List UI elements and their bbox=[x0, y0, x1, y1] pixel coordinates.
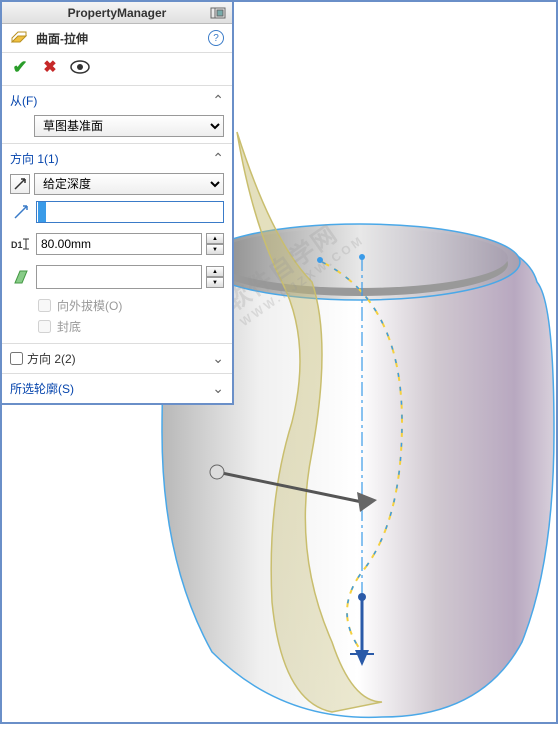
section-direction1-header[interactable]: 方向 1(1) ⌃ bbox=[10, 150, 224, 167]
eye-icon bbox=[70, 60, 90, 74]
pin-icon[interactable] bbox=[210, 5, 226, 21]
section-from-header[interactable]: 从(F) ⌃ bbox=[10, 92, 224, 109]
draft-outward-checkbox-row: 向外拔模(O) bbox=[10, 295, 224, 316]
panel-title-bar: PropertyManager bbox=[2, 2, 232, 24]
direction-vector-icon bbox=[10, 201, 32, 223]
cap-end-checkbox bbox=[38, 320, 51, 333]
action-buttons: ✔ ✖ bbox=[2, 53, 232, 86]
draft-angle-field[interactable] bbox=[36, 265, 202, 289]
section-from-title: 从(F) bbox=[10, 92, 37, 109]
ok-button[interactable]: ✔ bbox=[10, 57, 30, 77]
direction2-enable-checkbox[interactable] bbox=[10, 352, 23, 365]
section-direction2-title: 方向 2(2) bbox=[27, 350, 76, 367]
distance-icon: D1 bbox=[10, 233, 32, 255]
spinner-up-icon[interactable]: ▲ bbox=[206, 266, 224, 277]
draft-outward-label: 向外拔模(O) bbox=[57, 297, 122, 314]
help-icon[interactable]: ? bbox=[208, 30, 224, 46]
section-contours-title: 所选轮廓(S) bbox=[10, 380, 74, 397]
chevron-up-icon: ⌃ bbox=[212, 92, 224, 109]
feature-title: 曲面-拉伸 bbox=[36, 30, 208, 47]
spinner-down-icon[interactable]: ▼ bbox=[206, 244, 224, 255]
feature-header: 曲面-拉伸 ? bbox=[2, 24, 232, 53]
cap-end-checkbox-row: 封底 bbox=[10, 316, 224, 337]
distance-input[interactable] bbox=[36, 233, 202, 255]
cancel-button[interactable]: ✖ bbox=[40, 57, 60, 77]
spinner-down-icon[interactable]: ▼ bbox=[206, 277, 224, 288]
reverse-arrow-icon bbox=[13, 177, 27, 191]
from-start-condition-select[interactable]: 草图基准面 bbox=[34, 115, 224, 137]
section-direction2: 方向 2(2) ⌄ bbox=[2, 344, 232, 374]
spinner-up-icon[interactable]: ▲ bbox=[206, 233, 224, 244]
section-direction1: 方向 1(1) ⌃ 给定深度 D1 bbox=[2, 144, 232, 344]
section-from: 从(F) ⌃ 草图基准面 bbox=[2, 86, 232, 144]
preview-button[interactable] bbox=[70, 57, 90, 77]
draft-icon bbox=[10, 266, 32, 288]
end-condition-select[interactable]: 给定深度 bbox=[34, 173, 224, 195]
chevron-down-icon: ⌄ bbox=[212, 380, 224, 397]
section-direction2-header[interactable]: 方向 2(2) ⌄ bbox=[10, 350, 224, 367]
chevron-down-icon: ⌄ bbox=[212, 350, 224, 367]
direction-reference-field[interactable] bbox=[36, 201, 224, 223]
cap-end-label: 封底 bbox=[57, 318, 81, 335]
chevron-up-icon: ⌃ bbox=[212, 150, 224, 167]
section-contours: 所选轮廓(S) ⌄ bbox=[2, 374, 232, 403]
draft-outward-checkbox bbox=[38, 299, 51, 312]
svg-text:D1: D1 bbox=[11, 240, 23, 250]
draft-spinner[interactable]: ▲ ▼ bbox=[206, 266, 224, 288]
property-manager-panel: PropertyManager 曲面-拉伸 ? ✔ ✖ 从(F) ⌃ 草图基准面… bbox=[2, 2, 234, 405]
reverse-direction-button[interactable] bbox=[10, 174, 30, 194]
section-direction1-title: 方向 1(1) bbox=[10, 150, 59, 167]
panel-title: PropertyManager bbox=[68, 6, 167, 20]
section-contours-header[interactable]: 所选轮廓(S) ⌄ bbox=[10, 380, 224, 397]
distance-spinner[interactable]: ▲ ▼ bbox=[206, 233, 224, 255]
surface-extrude-icon bbox=[10, 28, 30, 48]
